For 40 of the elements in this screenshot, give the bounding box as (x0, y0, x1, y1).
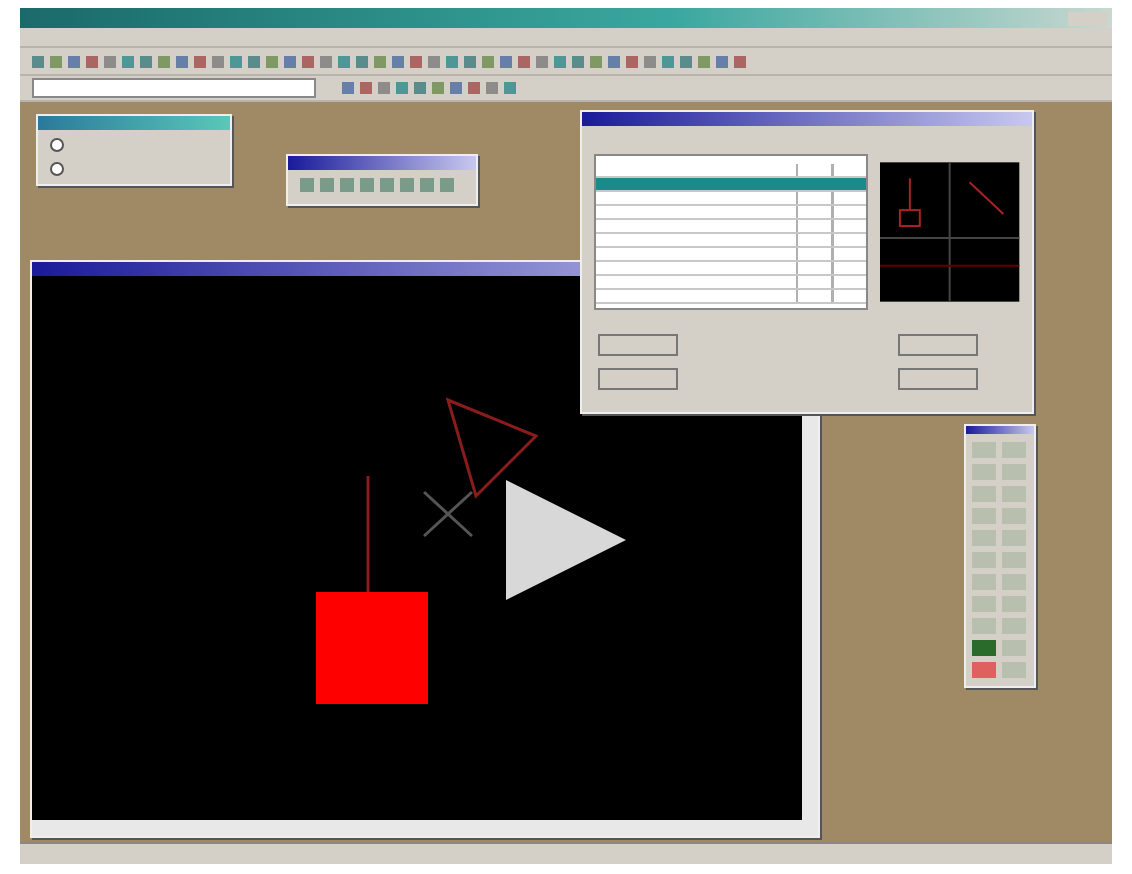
tool-icon[interactable] (972, 530, 996, 546)
tool-icon[interactable] (1002, 596, 1026, 612)
list-row[interactable] (596, 234, 867, 248)
dialog-button[interactable] (598, 334, 678, 356)
tool-icon[interactable] (972, 508, 996, 524)
list-row[interactable] (596, 178, 867, 192)
tool-icon[interactable] (972, 486, 996, 502)
tool-icon[interactable] (1002, 640, 1026, 656)
tool-icon[interactable] (972, 574, 996, 590)
tool-icon[interactable] (972, 552, 996, 568)
tool-icon[interactable] (972, 442, 996, 458)
tool-icon[interactable] (972, 618, 996, 634)
tool-icon[interactable] (1002, 618, 1026, 634)
tool-icon[interactable] (972, 464, 996, 480)
dialog-button[interactable] (898, 334, 978, 356)
list-row[interactable] (596, 262, 867, 276)
tool-icon[interactable] (972, 662, 996, 678)
close-button[interactable] (1068, 11, 1108, 25)
toolbox-title-bar (966, 426, 1034, 434)
tool-icon[interactable] (1002, 574, 1026, 590)
tool-icon[interactable] (1002, 442, 1026, 458)
list-row[interactable] (596, 206, 867, 220)
tool-icon[interactable] (1002, 552, 1026, 568)
list-row[interactable] (596, 220, 867, 234)
tool-icon[interactable] (1002, 464, 1026, 480)
tool-icon[interactable] (1002, 486, 1026, 502)
tool-icon[interactable] (1002, 530, 1026, 546)
list-row[interactable] (596, 290, 867, 304)
list-row[interactable] (596, 164, 867, 178)
command-field[interactable] (32, 78, 316, 98)
tool-icon[interactable] (972, 640, 996, 656)
tool-icon[interactable] (972, 596, 996, 612)
dialog-button[interactable] (898, 368, 978, 390)
list-row[interactable] (596, 276, 867, 290)
play-icon[interactable] (506, 480, 626, 600)
list-row[interactable] (596, 192, 867, 206)
tool-icon[interactable] (1002, 662, 1026, 678)
list-row[interactable] (596, 248, 867, 262)
tool-icon[interactable] (1002, 508, 1026, 524)
dialog-button[interactable] (598, 368, 678, 390)
